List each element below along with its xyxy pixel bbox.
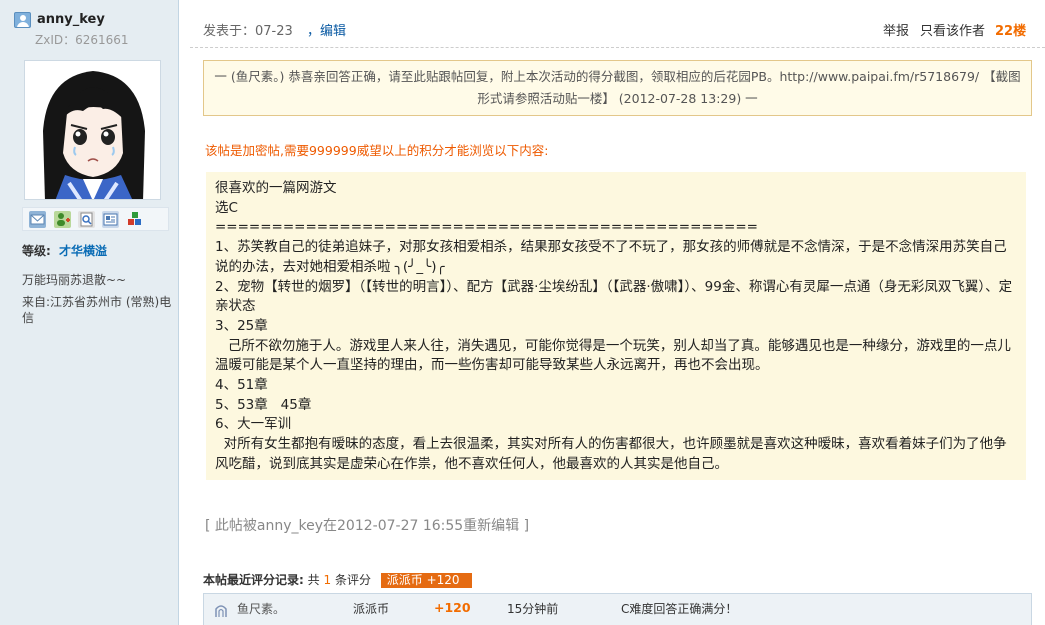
rating-reason: C难度回答正确满分！ (621, 602, 738, 616)
user-card-icon[interactable] (102, 211, 119, 228)
username-link[interactable]: anny_key (37, 12, 105, 27)
level-value-link[interactable]: 才华横溢 (59, 242, 107, 259)
encrypted-notice: 该帖是加密帖,需要999999威望以上的积分才能浏览以下内容: (205, 143, 549, 158)
rating-item: 派派币 (353, 602, 390, 616)
add-friend-icon[interactable] (54, 211, 71, 228)
user-sidebar: anny_key ZxID：6261661 等级: 才华横溢 万能玛丽苏退散~~… (0, 0, 179, 625)
user-zxid: ZxID：6261661 (35, 33, 129, 47)
rating-header: 本帖最近评分记录: 共 1 条评分 派派币 +120 (203, 572, 472, 588)
content-line: 1、苏笑教自己的徒弟追妹子，对那女孩相爱相杀，结果那女孩受不了不玩了，那女孩的师… (215, 239, 1007, 275)
content-line: 很喜欢的一篇网游文 (215, 180, 337, 196)
more-tools-icon[interactable] (126, 211, 143, 228)
content-line: 2、宠物【转世的烟罗】（【转世的明言】）、配方【武器·尘埃纷乱】（【武器·傲啸】… (215, 278, 1013, 315)
content-line: 3、25章 (215, 317, 268, 334)
user-location: 来自:江苏省苏州市 (常熟)电信 (22, 295, 172, 325)
post-date: 发表于：07-23 (203, 24, 293, 39)
content-line: 己所不欲勿施于人。游戏里人来人往，消失遇见，可能你觉得是一个玩笑，别人却当了真。… (215, 337, 1011, 374)
post-content: 很喜欢的一篇网游文 选C ===========================… (206, 172, 1026, 480)
admin-notice: 一 (鱼尺素。) 恭喜亲回答正确，请至此贴跟帖回复，附上本次活动的得分截图，领取… (203, 60, 1032, 116)
rating-row: 鱼尺素。 派派币 +120 15分钟前 C难度回答正确满分！ (203, 593, 1032, 625)
online-user-icon (14, 12, 31, 28)
rating-count-suffix: 条评分 (334, 573, 371, 587)
edit-link[interactable]: ，编辑 (307, 20, 346, 39)
edit-history-note: [ 此帖被anny_key在2012-07-27 16:55重新编辑 ] (205, 518, 530, 534)
view-profile-icon[interactable] (78, 211, 95, 228)
rating-title: 本帖最近评分记录: (203, 573, 304, 587)
rating-count-prefix: 共 (307, 573, 320, 587)
rating-count: 1 (323, 573, 332, 587)
rater-avatar-icon (213, 602, 229, 618)
only-author-link[interactable]: 只看该作者 (920, 20, 985, 39)
content-line: ========================================… (215, 219, 758, 236)
user-tools-bar (22, 207, 169, 231)
content-line: 4、51章 (215, 377, 268, 394)
rater-name-link[interactable]: 鱼尺素。 (237, 600, 285, 617)
content-line: 对所有女生都抱有暧昧的态度，看上去很温柔，其实对所有人的伤害都很大，也许顾墨就是… (215, 436, 1007, 472)
message-icon[interactable] (29, 211, 46, 228)
user-avatar[interactable] (24, 60, 161, 200)
user-signature: 万能玛丽苏退散~~ (22, 273, 127, 287)
report-link[interactable]: 举报 (883, 20, 909, 39)
floor-number[interactable]: 22楼 (995, 20, 1026, 39)
content-line: 5、53章 45章 (215, 396, 312, 413)
rating-score: +120 (434, 600, 471, 615)
level-label: 等级: (22, 244, 51, 258)
header-divider (190, 47, 1045, 48)
content-line: 选C (215, 199, 238, 216)
rating-badge: 派派币 +120 (380, 573, 472, 588)
content-line: 6、大一军训 (215, 416, 292, 433)
rating-time: 15分钟前 (507, 602, 559, 616)
